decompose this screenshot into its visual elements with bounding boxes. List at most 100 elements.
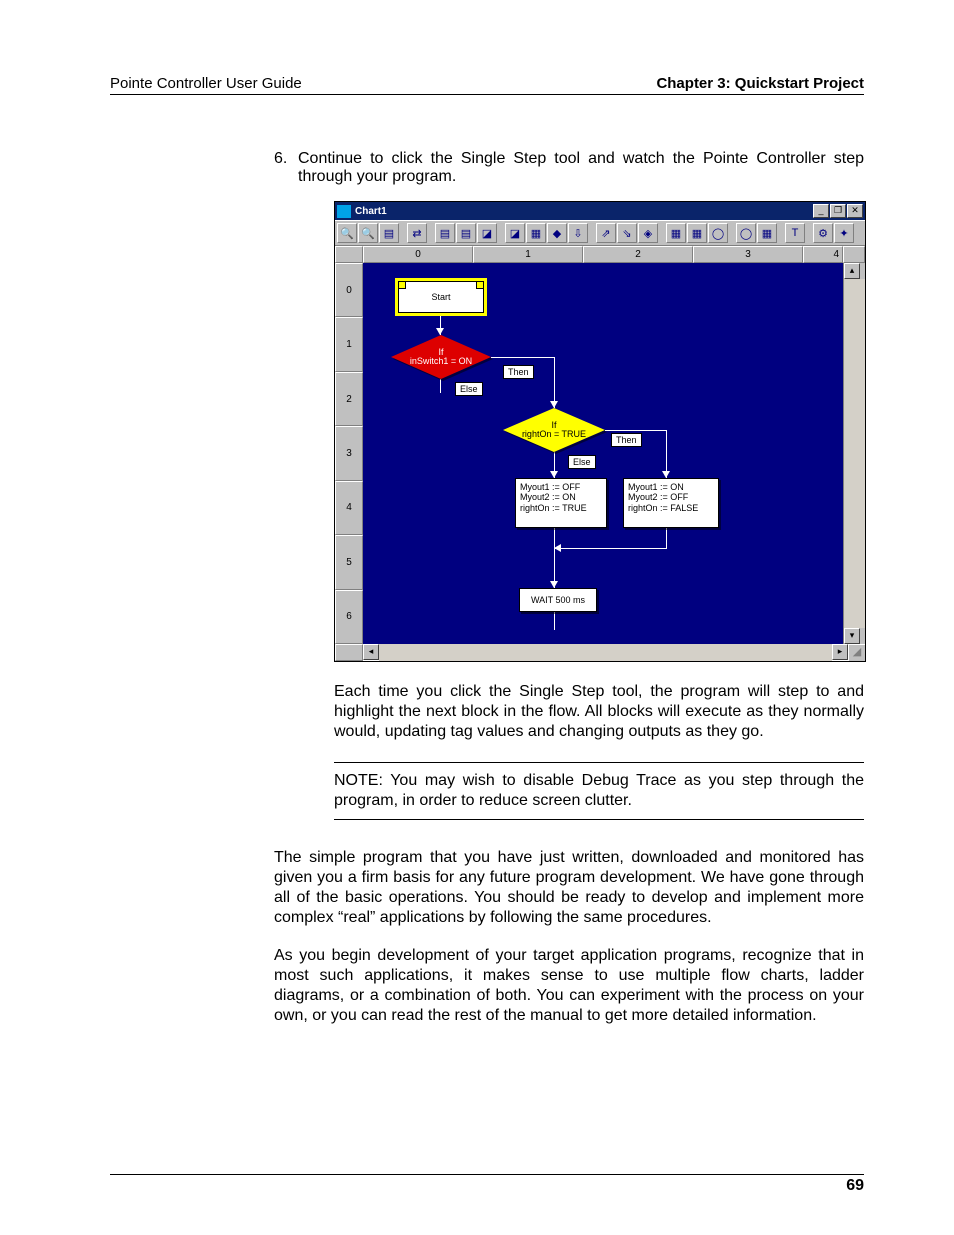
toolbar-button[interactable]: 🔍: [337, 223, 357, 243]
toolbar-button[interactable]: ⇩: [568, 223, 588, 243]
step-number: 6.: [274, 150, 298, 186]
col-header[interactable]: 1: [473, 246, 583, 263]
body-paragraph: As you begin development of your target …: [274, 946, 864, 1026]
row-header[interactable]: 6: [335, 590, 363, 644]
toolbar-button[interactable]: ◪: [505, 223, 525, 243]
toolbar-button[interactable]: ▦: [687, 223, 707, 243]
header-left: Pointe Controller User Guide: [110, 75, 302, 92]
node-label: Start: [431, 292, 450, 302]
note-paragraph: NOTE: You may wish to disable Debug Trac…: [334, 762, 864, 820]
flow-arrow: [605, 430, 666, 431]
toolbar-button[interactable]: ⇘: [617, 223, 637, 243]
row-header[interactable]: 3: [335, 426, 363, 480]
toolbar-button[interactable]: ◯: [708, 223, 728, 243]
flow-arrow: [554, 520, 555, 588]
arrowhead-icon: [550, 471, 558, 478]
row-header[interactable]: 1: [335, 317, 363, 371]
scroll-down-button[interactable]: ▾: [844, 628, 860, 644]
node-line: Myout2 := OFF: [628, 492, 714, 502]
body-paragraph: The simple program that you have just wr…: [274, 848, 864, 928]
edge-label-then: Then: [503, 365, 534, 379]
flow-arrow: [440, 379, 441, 393]
minimize-button[interactable]: _: [813, 204, 829, 218]
toolbar-button[interactable]: ▦: [666, 223, 686, 243]
row-header[interactable]: 2: [335, 372, 363, 426]
toolbar-button[interactable]: 🔍: [358, 223, 378, 243]
arrowhead-icon: [550, 581, 558, 588]
node-line: inSwitch1 = ON: [410, 357, 472, 366]
col-header[interactable]: 3: [693, 246, 803, 263]
decision-node-1[interactable]: If inSwitch1 = ON: [391, 335, 491, 379]
scroll-track[interactable]: [844, 279, 865, 628]
node-line: Myout1 := ON: [628, 482, 714, 492]
toolbar-button[interactable]: ▤: [435, 223, 455, 243]
toolbar-button[interactable]: ▦: [757, 223, 777, 243]
grid-corner: [335, 246, 363, 263]
edge-label-else: Else: [568, 455, 596, 469]
scroll-track[interactable]: [379, 644, 832, 661]
row-header[interactable]: 4: [335, 481, 363, 535]
flow-arrow: [554, 610, 555, 630]
toolbar-button[interactable]: ⇄: [407, 223, 427, 243]
node-line: rightOn = TRUE: [522, 430, 586, 439]
header-right: Chapter 3: Quickstart Project: [656, 75, 864, 92]
row-header[interactable]: 5: [335, 535, 363, 589]
toolbar-button[interactable]: ⚙: [813, 223, 833, 243]
node-line: Myout2 := ON: [520, 492, 602, 502]
process-node-a[interactable]: Myout1 := OFF Myout2 := ON rightOn := TR…: [515, 478, 607, 528]
scroll-right-button[interactable]: ▸: [832, 644, 848, 660]
chart-window: Chart1 _ ❐ ✕ 🔍🔍▤⇄▤▤◪◪▦◆⇩⇗⇘◈▦▦◯◯▦T⚙✦ 0 1 …: [334, 201, 866, 662]
flow-arrow: [491, 357, 554, 358]
toolbar-button[interactable]: ◈: [638, 223, 658, 243]
app-screenshot: Chart1 _ ❐ ✕ 🔍🔍▤⇄▤▤◪◪▦◆⇩⇗⇘◈▦▦◯◯▦T⚙✦ 0 1 …: [334, 201, 864, 662]
close-button[interactable]: ✕: [847, 204, 863, 218]
wait-node[interactable]: WAIT 500 ms: [519, 588, 597, 612]
toolbar-button[interactable]: ◪: [477, 223, 497, 243]
process-node-b[interactable]: Myout1 := ON Myout2 := OFF rightOn := FA…: [623, 478, 719, 528]
arrowhead-icon: [554, 544, 561, 552]
maximize-button[interactable]: ❐: [830, 204, 846, 218]
edge-label-else: Else: [455, 382, 483, 396]
step-text: Continue to click the Single Step tool a…: [298, 150, 864, 186]
body-paragraph: Each time you click the Single Step tool…: [334, 682, 864, 742]
toolbar-button[interactable]: T: [785, 223, 805, 243]
node-line: rightOn := FALSE: [628, 503, 714, 513]
arrowhead-icon: [550, 401, 558, 408]
scroll-up-button[interactable]: ▴: [844, 263, 860, 279]
arrowhead-icon: [436, 328, 444, 335]
scroll-left-button[interactable]: ◂: [363, 644, 379, 660]
edge-label-then: Then: [611, 433, 642, 447]
toolbar-button[interactable]: ✦: [834, 223, 854, 243]
row-header-bottom: [335, 644, 363, 661]
toolbar-button[interactable]: ⇗: [596, 223, 616, 243]
app-icon: [337, 205, 351, 218]
arrowhead-icon: [662, 471, 670, 478]
page-number: 69: [846, 1177, 864, 1194]
page-footer: 69: [110, 1174, 864, 1195]
node-line: rightOn := TRUE: [520, 503, 602, 513]
node-line: Myout1 := OFF: [520, 482, 602, 492]
node-line: WAIT 500 ms: [531, 595, 585, 605]
toolbar-button[interactable]: ◆: [547, 223, 567, 243]
vertical-scrollbar[interactable]: ▴ ▾: [843, 263, 865, 644]
titlebar[interactable]: Chart1 _ ❐ ✕: [335, 202, 865, 220]
resize-grip[interactable]: ◢: [848, 644, 865, 661]
toolbar-button[interactable]: ▦: [526, 223, 546, 243]
col-header[interactable]: 4: [803, 246, 843, 263]
start-node[interactable]: Start: [398, 281, 484, 313]
col-header[interactable]: 0: [363, 246, 473, 263]
flow-arrow: [554, 548, 667, 549]
toolbar-button[interactable]: ◯: [736, 223, 756, 243]
row-header[interactable]: 0: [335, 263, 363, 317]
toolbar-button[interactable]: ▤: [456, 223, 476, 243]
vscroll-header: [843, 246, 865, 263]
toolbar-button[interactable]: ▤: [379, 223, 399, 243]
toolbar: 🔍🔍▤⇄▤▤◪◪▦◆⇩⇗⇘◈▦▦◯◯▦T⚙✦: [335, 220, 865, 246]
window-title: Chart1: [355, 206, 387, 217]
decision-node-2[interactable]: If rightOn = TRUE: [503, 408, 605, 452]
flowchart-canvas[interactable]: Start If inSwitch1 = ON Then Else If r: [363, 263, 843, 644]
col-header[interactable]: 2: [583, 246, 693, 263]
page-header: Pointe Controller User Guide Chapter 3: …: [110, 75, 864, 95]
chart-grid: 0 1 2 3 4 0 1 2 3 4 5 6: [335, 246, 865, 661]
horizontal-scrollbar[interactable]: ◂ ▸ ◢: [335, 644, 865, 661]
